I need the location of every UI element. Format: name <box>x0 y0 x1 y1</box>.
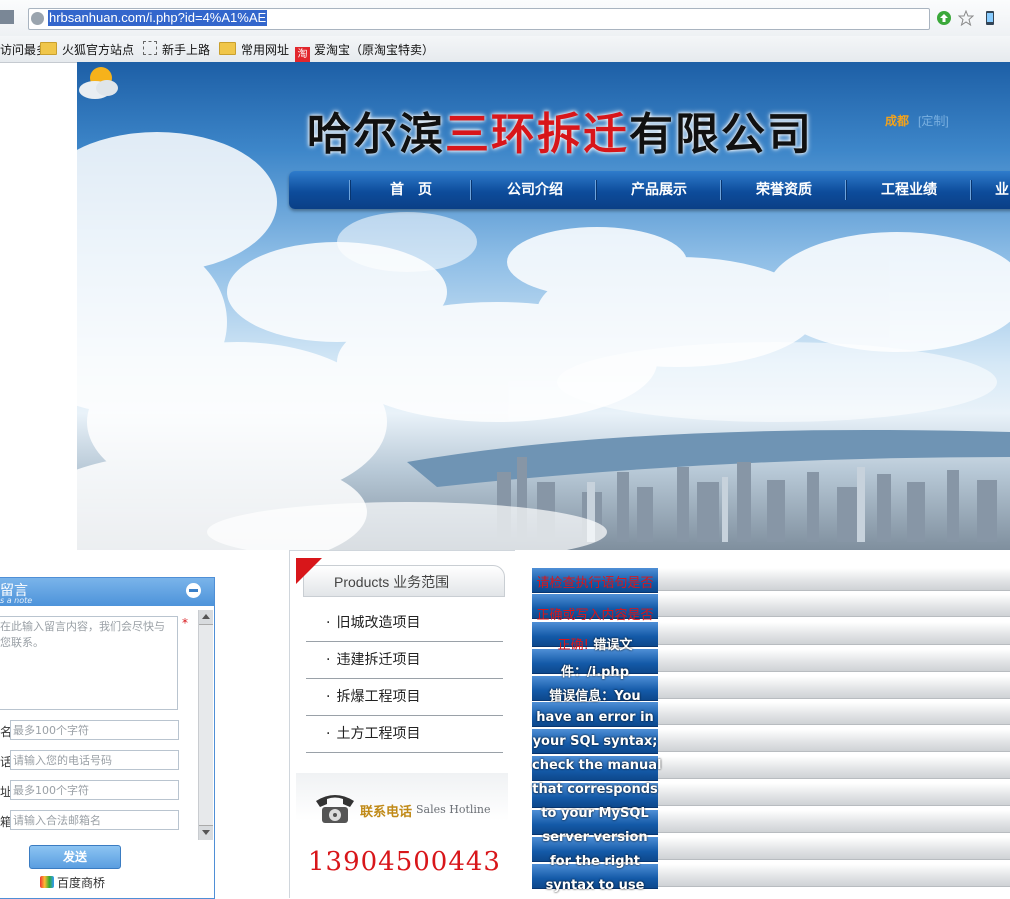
url-field[interactable]: hrbsanhuan.com/i.php?id=4%A1%AE <box>28 8 930 30</box>
corner-ribbon <box>296 558 322 584</box>
send-button[interactable]: 发送 <box>29 845 121 869</box>
nav-honors[interactable]: 荣誉资质 <box>722 171 846 209</box>
error-line: syntax to use <box>545 878 645 893</box>
nav-about[interactable]: 公司介绍 <box>473 171 597 209</box>
nav-projects[interactable]: 工程业绩 <box>847 171 971 209</box>
product-item[interactable]: · 拆爆工程项目 <box>306 679 503 716</box>
folder-icon <box>219 42 236 55</box>
hotline-en: Sales Hotline <box>416 803 491 816</box>
required-marker: * <box>182 616 188 630</box>
bookmark-firefox-site[interactable]: 火狐官方站点 <box>40 41 134 58</box>
product-item[interactable]: · 旧城改造项目 <box>306 605 503 642</box>
product-item[interactable]: · 土方工程项目 <box>306 716 503 753</box>
taobao-icon: 淘 <box>295 47 310 62</box>
nav-products[interactable]: 产品展示 <box>597 171 721 209</box>
phone-field[interactable]: 请输入您的电话号码 <box>10 750 179 770</box>
baidu-bridge-icon <box>40 876 54 888</box>
error-line: 正确! 错误文 <box>557 638 633 653</box>
error-line: to your MySQL <box>541 806 649 821</box>
message-widget: 留言 s a note 在此输入留言内容，我们会尽快与您联系。 * 名 最多10… <box>0 577 215 899</box>
error-line: have an error in <box>536 710 654 725</box>
telephone-icon <box>316 795 354 823</box>
partly-cloudy-icon <box>79 67 118 99</box>
error-line: that corresponds <box>532 782 658 797</box>
address-field-row: 址 最多100个字符 <box>0 780 180 802</box>
error-line: 错误信息：You <box>549 689 641 704</box>
address-field[interactable]: 最多100个字符 <box>10 780 179 800</box>
error-line: 请检查执行语句是否 <box>536 576 654 591</box>
back-icon[interactable] <box>0 10 14 24</box>
star-icon[interactable] <box>958 10 974 26</box>
message-textarea[interactable]: 在此输入留言内容，我们会尽快与您联系。 <box>0 616 178 710</box>
folder-icon <box>40 42 57 55</box>
weather-city: 成都 <box>885 114 910 128</box>
error-line: server version <box>542 830 648 845</box>
name-field[interactable]: 最多100个字符 <box>10 720 179 740</box>
email-field[interactable]: 请输入合法邮箱名 <box>10 810 179 830</box>
site-banner: 哈尔滨三环拆迁有限公司 成都 [定制] 首 页 公司介绍 产品展示 荣誉资质 工… <box>77 62 1010 550</box>
bookmark-aitaobao[interactable]: 淘爱淘宝（原淘宝特卖） <box>295 41 434 62</box>
error-line: for the right <box>550 854 640 869</box>
nav-separator <box>470 180 472 200</box>
name-field-row: 名 最多100个字符 <box>0 720 180 742</box>
message-widget-subtitle: s a note <box>0 596 33 605</box>
nav-more[interactable]: 业 <box>972 171 1010 209</box>
hotline-number: 13904500443 <box>308 847 501 877</box>
go-icon[interactable] <box>936 10 952 26</box>
bookmark-getting-started[interactable]: 新手上路 <box>143 41 210 58</box>
weather-customize-link[interactable]: [定制] <box>918 112 949 129</box>
scroll-up-icon[interactable] <box>199 610 213 625</box>
bookmark-common-sites[interactable]: 常用网址 <box>219 41 289 58</box>
scrollbar[interactable] <box>198 610 213 840</box>
url-text[interactable]: hrbsanhuan.com/i.php?id=4%A1%AE <box>48 10 268 26</box>
error-line: check the manual <box>532 758 662 773</box>
bookmarks-bar: 访问最多 火狐官方站点 新手上路 常用网址 淘爱淘宝（原淘宝特卖） <box>0 36 1010 63</box>
phone-field-row: 话 请输入您的电话号码 <box>0 750 180 772</box>
dashed-icon <box>143 41 157 55</box>
scroll-down-icon[interactable] <box>199 825 213 840</box>
products-panel: Products 业务范围 · 旧城改造项目 · 违建拆迁项目 · 拆爆工程项目 · 土… <box>289 550 515 898</box>
hotline-label: 联系电话 <box>360 805 413 820</box>
globe-icon <box>31 12 44 25</box>
error-line: 件：/i.php <box>560 665 629 680</box>
browser-toolbar: hrbsanhuan.com/i.php?id=4%A1%AE <box>0 0 1010 37</box>
products-header: Products 业务范围 <box>296 558 505 597</box>
hotline-section: 联系电话 Sales Hotline 13904500443 <box>296 773 508 893</box>
main-nav: 首 页 公司介绍 产品展示 荣誉资质 工程业绩 业 <box>289 171 1010 209</box>
message-widget-header[interactable]: 留言 s a note <box>0 578 214 606</box>
baidu-bridge-link[interactable]: 百度商桥 <box>40 874 105 891</box>
error-line: your SQL syntax; <box>532 734 658 749</box>
product-item[interactable]: · 违建拆迁项目 <box>306 642 503 679</box>
nav-home[interactable]: 首 页 <box>349 171 473 209</box>
email-field-row: 箱 请输入合法邮箱名 <box>0 810 180 832</box>
products-title: Products 业务范围 <box>334 574 450 590</box>
error-line: 正确或写入内容是否 <box>536 608 654 623</box>
phone-icon[interactable] <box>982 10 998 26</box>
sql-error-area: 请检查执行语句是否 正确或写入内容是否 正确! 错误文 件：/i.php 错误信… <box>532 568 1010 897</box>
company-title: 哈尔滨三环拆迁有限公司 <box>307 109 813 160</box>
minimize-icon[interactable] <box>186 583 201 598</box>
